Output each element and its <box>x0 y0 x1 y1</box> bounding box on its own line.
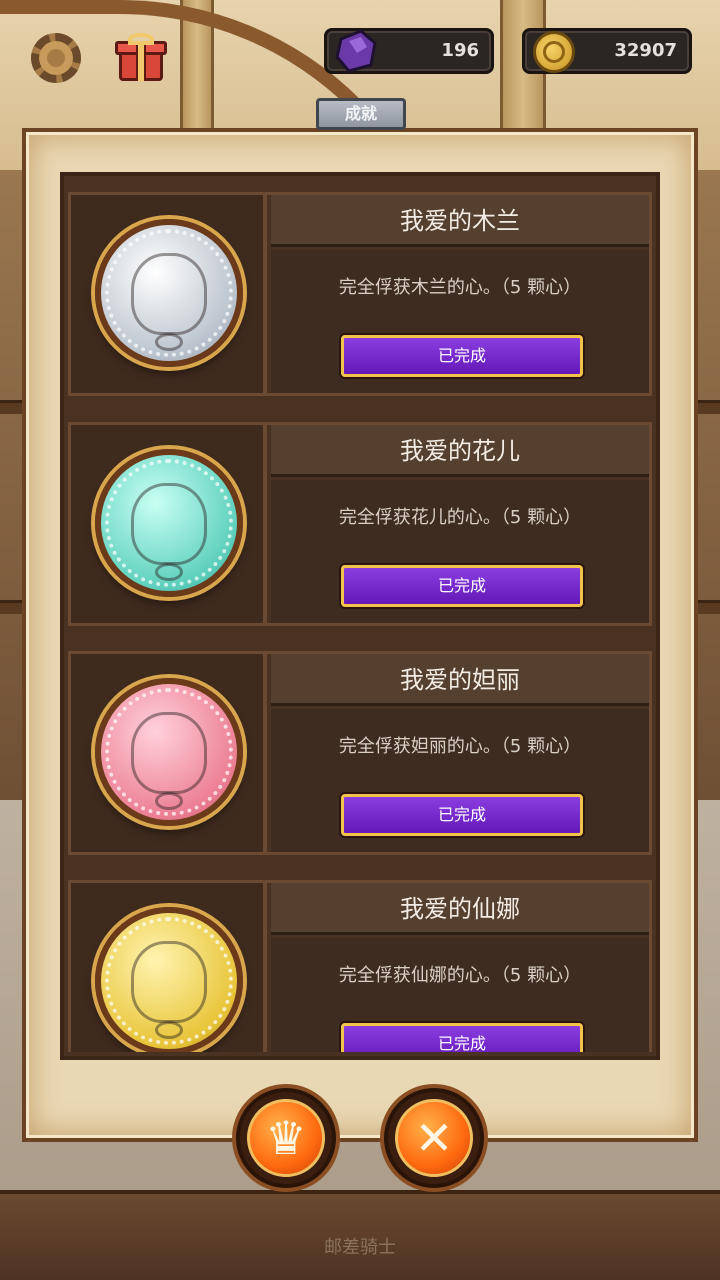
achievement-description: 完全俘获花儿的心。（5 颗心） <box>338 507 582 528</box>
achievement-title: 我爱的仙娜 <box>271 883 649 935</box>
pink-medal-icon <box>95 678 243 826</box>
achievement-list[interactable]: 我爱的木兰 完全俘获木兰的心。（5 颗心） 已完成 我爱的花儿 完全俘获花儿的心… <box>60 172 660 1060</box>
achievement-title: 我爱的妲丽 <box>271 654 649 706</box>
close-icon: ✕ <box>395 1099 473 1177</box>
crown-button[interactable]: ♛ <box>236 1088 336 1188</box>
purple-gem-icon <box>335 29 377 73</box>
achievement-description: 完全俘获妲丽的心。（5 颗心） <box>338 736 582 757</box>
game-title: 邮差骑士 <box>324 1237 396 1258</box>
achievement-card: 我爱的仙娜 完全俘获仙娜的心。（5 颗心） 已完成 <box>68 880 652 1052</box>
panel-tab-achievements[interactable]: 成就 <box>316 98 406 130</box>
close-button[interactable]: ✕ <box>384 1088 484 1188</box>
completed-button[interactable]: 已完成 <box>341 1023 583 1052</box>
completed-button[interactable]: 已完成 <box>341 335 583 377</box>
crown-icon: ♛ <box>247 1099 325 1177</box>
gold-coin-icon <box>533 31 575 73</box>
completed-button[interactable]: 已完成 <box>341 565 583 607</box>
gold-counter[interactable]: 32907 <box>522 28 692 74</box>
gift-icon <box>115 33 167 83</box>
gold-count: 32907 <box>614 40 677 61</box>
achievement-description: 完全俘获木兰的心。（5 颗心） <box>338 277 582 298</box>
achievement-description: 完全俘获仙娜的心。（5 颗心） <box>338 965 582 986</box>
settings-button[interactable] <box>26 28 86 88</box>
achievement-card: 我爱的花儿 完全俘获花儿的心。（5 颗心） 已完成 <box>68 422 652 626</box>
completed-button[interactable]: 已完成 <box>341 794 583 836</box>
achievement-title: 我爱的花儿 <box>271 425 649 477</box>
gem-count: 196 <box>441 40 479 61</box>
gem-counter[interactable]: 196 <box>324 28 494 74</box>
gift-button[interactable] <box>110 28 170 88</box>
gear-icon <box>31 33 81 83</box>
gold-medal-icon <box>95 907 243 1052</box>
achievement-title: 我爱的木兰 <box>271 195 649 247</box>
silver-medal-icon <box>95 219 243 367</box>
achievement-card: 我爱的木兰 完全俘获木兰的心。（5 颗心） 已完成 <box>68 192 652 396</box>
achievement-card: 我爱的妲丽 完全俘获妲丽的心。（5 颗心） 已完成 <box>68 651 652 855</box>
teal-medal-icon <box>95 449 243 597</box>
